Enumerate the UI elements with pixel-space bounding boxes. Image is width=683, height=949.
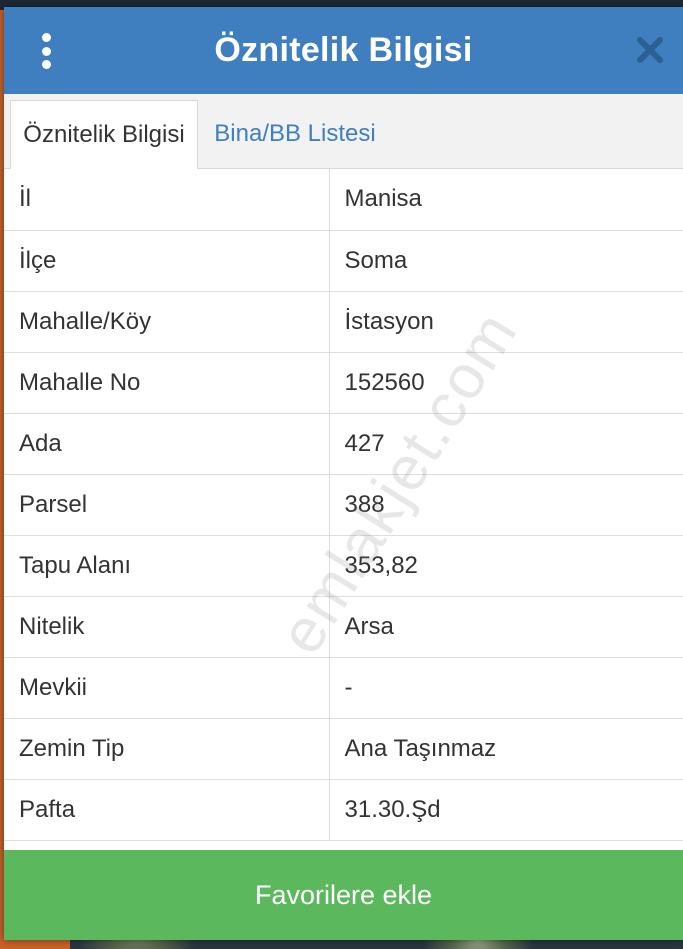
attribute-value: Soma bbox=[329, 230, 683, 292]
table-row: Nitelik Arsa bbox=[4, 596, 683, 658]
attribute-value: - bbox=[329, 657, 683, 719]
table-row: Mevkii - bbox=[4, 657, 683, 719]
attribute-key: İl bbox=[4, 169, 330, 231]
attribute-value: 31.30.Şd bbox=[329, 779, 683, 841]
attribute-value: 427 bbox=[329, 413, 683, 475]
table-row: Zemin Tip Ana Taşınmaz bbox=[4, 718, 683, 780]
attribute-value: Arsa bbox=[329, 596, 683, 658]
attribute-key: Mahalle No bbox=[4, 352, 330, 414]
attribute-value: Ana Taşınmaz bbox=[329, 718, 683, 780]
table-row: Ada 427 bbox=[4, 413, 683, 475]
dialog-title: Öznitelik Bilgisi bbox=[214, 31, 473, 69]
table-row: Parsel 388 bbox=[4, 474, 683, 536]
attribute-table: İl Manisa İlçe Soma Mahalle/Köy İstasyon Mahal… bbox=[4, 169, 683, 841]
table-row: İlçe Soma bbox=[4, 230, 683, 292]
table-row: Mahalle No 152560 bbox=[4, 352, 683, 414]
table-row: Pafta 31.30.Şd bbox=[4, 779, 683, 841]
table-row: Mahalle/Köy İstasyon bbox=[4, 291, 683, 353]
tab-oznitelik-bilgisi[interactable]: Öznitelik Bilgisi bbox=[10, 100, 198, 169]
attribute-value: 353,82 bbox=[329, 535, 683, 597]
attribute-value: 152560 bbox=[329, 352, 683, 414]
attribute-key: Tapu Alanı bbox=[4, 535, 330, 597]
attribute-dialog: Öznitelik Bilgisi Öznitelik Bilgisi Bina… bbox=[4, 7, 683, 940]
table-row: Tapu Alanı 353,82 bbox=[4, 535, 683, 597]
table-row: İl Manisa bbox=[4, 169, 683, 231]
attribute-key: Ada bbox=[4, 413, 330, 475]
more-vertical-icon[interactable] bbox=[34, 33, 58, 69]
attribute-value: Manisa bbox=[329, 169, 683, 231]
close-icon[interactable] bbox=[635, 35, 665, 65]
dialog-header: Öznitelik Bilgisi bbox=[4, 7, 683, 94]
attribute-key: Nitelik bbox=[4, 596, 330, 658]
tab-bina-bb-listesi[interactable]: Bina/BB Listesi bbox=[210, 100, 380, 168]
attribute-key: Mevkii bbox=[4, 657, 330, 719]
attribute-key: Pafta bbox=[4, 779, 330, 841]
attribute-value: İstasyon bbox=[329, 291, 683, 353]
attribute-key: Mahalle/Köy bbox=[4, 291, 330, 353]
attribute-key: Zemin Tip bbox=[4, 718, 330, 780]
tab-bar: Öznitelik Bilgisi Bina/BB Listesi bbox=[4, 94, 683, 169]
attribute-value: 388 bbox=[329, 474, 683, 536]
attribute-key: İlçe bbox=[4, 230, 330, 292]
add-to-favorites-button[interactable]: Favorilere ekle bbox=[4, 850, 683, 940]
attribute-key: Parsel bbox=[4, 474, 330, 536]
